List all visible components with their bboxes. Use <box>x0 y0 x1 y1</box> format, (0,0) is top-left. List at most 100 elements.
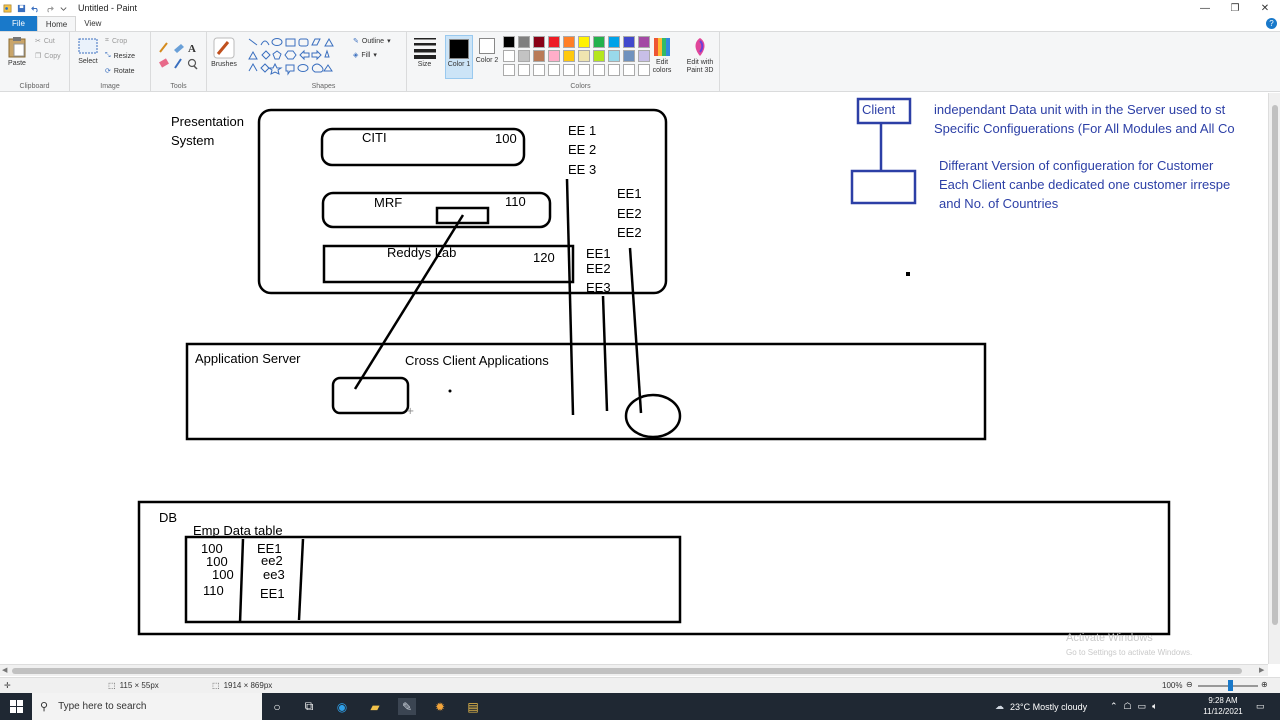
color2-button[interactable]: Color 2 <box>475 38 499 65</box>
palette-swatch[interactable] <box>563 36 575 48</box>
palette-swatch[interactable] <box>503 50 515 62</box>
scroll-right-icon[interactable]: ▶ <box>1259 666 1264 674</box>
palette-swatch[interactable] <box>638 36 650 48</box>
palette-swatch[interactable] <box>608 36 620 48</box>
paint3d-icon <box>695 38 705 56</box>
palette-swatch[interactable] <box>533 36 545 48</box>
scroll-left-icon[interactable]: ◀ <box>2 666 7 674</box>
palette-swatch[interactable] <box>563 64 575 76</box>
fill-icon: ◈ <box>353 52 359 59</box>
outline-dropdown[interactable]: ✎ Outline ▾ <box>353 37 391 46</box>
volume-icon[interactable]: 🔈︎ <box>1152 701 1157 712</box>
palette-swatch[interactable] <box>608 64 620 76</box>
copy-icon: ❐ <box>35 53 42 60</box>
palette-swatch[interactable] <box>548 64 560 76</box>
undo-icon[interactable] <box>31 4 40 13</box>
chevron-up-icon[interactable]: ⌃ <box>1110 701 1118 712</box>
palette-swatch[interactable] <box>563 50 575 62</box>
palette-swatch[interactable] <box>503 64 515 76</box>
size-button[interactable]: Size <box>411 37 438 69</box>
zoom-out-icon[interactable]: ⊖ <box>1186 680 1193 689</box>
palette-swatch[interactable] <box>608 50 620 62</box>
zoom-slider-knob[interactable] <box>1228 680 1233 691</box>
palette-swatch[interactable] <box>623 64 635 76</box>
vertical-scroll-thumb[interactable] <box>1272 105 1278 625</box>
palette-swatch[interactable] <box>548 50 560 62</box>
app-icon[interactable]: ✹ <box>431 698 449 715</box>
table-divider-2 <box>297 538 305 621</box>
redo-icon[interactable] <box>45 4 54 13</box>
edge-browser-icon[interactable]: ◉ <box>333 698 351 715</box>
zoom-in-icon[interactable]: ⊕ <box>1261 680 1268 689</box>
palette-swatch[interactable] <box>518 50 530 62</box>
shapes-gallery[interactable] <box>247 37 347 77</box>
palette-swatch[interactable] <box>593 64 605 76</box>
task-view-icon[interactable]: ⧉ <box>300 698 318 715</box>
clipboard-group-label: Clipboard <box>19 83 50 90</box>
palette-swatch[interactable] <box>533 64 545 76</box>
paste-button[interactable]: Paste <box>4 36 30 68</box>
palette-swatch[interactable] <box>638 64 650 76</box>
tab-file[interactable]: File <box>0 16 37 31</box>
size-group: Size <box>407 32 442 92</box>
palette-swatch[interactable] <box>518 36 530 48</box>
paint-taskbar-icon[interactable]: ✎ <box>398 698 416 715</box>
vertical-scrollbar[interactable] <box>1268 93 1280 664</box>
cut-button[interactable]: ✂ Cut <box>35 37 55 46</box>
ribbon-tabs: File Home View ? <box>0 16 1280 31</box>
palette-swatch[interactable] <box>638 50 650 62</box>
battery-icon[interactable]: ▭ <box>1138 701 1147 712</box>
search-placeholder: Type here to search <box>58 701 147 712</box>
mrf-label: MRF <box>374 195 403 210</box>
colors-group-label: Colors <box>570 83 591 90</box>
chevron-down-icon: ▾ <box>373 52 377 59</box>
palette-swatch[interactable] <box>548 36 560 48</box>
crop-button[interactable]: ⌗ Crop <box>105 37 127 45</box>
start-button[interactable] <box>0 693 32 720</box>
size-label: Size <box>417 61 432 68</box>
palette-swatch[interactable] <box>533 50 545 62</box>
save-icon[interactable] <box>17 4 26 13</box>
customize-toolbar-icon[interactable] <box>59 4 68 13</box>
palette-swatch[interactable] <box>518 64 530 76</box>
clock[interactable]: 9:28 AM 11/12/2021 <box>1195 695 1251 717</box>
palette-swatch[interactable] <box>578 50 590 62</box>
palette-swatch[interactable] <box>578 36 590 48</box>
edit-with-paint3d-button[interactable]: Edit with Paint 3D <box>683 37 717 75</box>
weather-widget[interactable]: ☁ 23°C Mostly cloudy <box>995 693 1087 720</box>
tab-view[interactable]: View <box>76 16 109 31</box>
network-icon[interactable]: ☖ <box>1124 701 1132 712</box>
edit-colors-button[interactable]: Edit colors <box>650 37 674 75</box>
color1-button[interactable]: Color 1 <box>445 35 473 79</box>
close-button[interactable]: ✕ <box>1250 0 1280 16</box>
file-explorer-icon[interactable]: ▰ <box>366 698 384 715</box>
fill-dropdown[interactable]: ◈ Fill ▾ <box>353 51 377 60</box>
fill-label: Fill <box>361 51 371 59</box>
cortana-icon[interactable]: ○ <box>268 698 286 715</box>
minimize-button[interactable]: — <box>1190 0 1220 16</box>
taskbar-search-box[interactable]: ⚲ Type here to search <box>32 693 262 720</box>
notifications-icon[interactable]: ▭ <box>1256 693 1265 720</box>
help-icon[interactable]: ? <box>1266 18 1277 29</box>
resize-button[interactable]: ⤡ Resize <box>105 52 135 60</box>
horizontal-scrollbar[interactable]: ◀ ▶ <box>0 664 1268 676</box>
maximize-button[interactable]: ❐ <box>1220 0 1250 16</box>
tab-home[interactable]: Home <box>36 16 77 31</box>
status-bar: ✛ ⬚ 115 × 55px ⬚ 1914 × 869px 100% ⊖ ⊕ <box>0 677 1280 693</box>
cursor-position-icon: ✛ <box>4 681 11 690</box>
palette-swatch[interactable] <box>623 36 635 48</box>
rotate-button[interactable]: ⟳ Rotate <box>105 67 135 76</box>
brushes-button[interactable]: Brushes <box>209 37 239 69</box>
palette-swatch[interactable] <box>593 50 605 62</box>
palette-swatch[interactable] <box>503 36 515 48</box>
blue-note-line: Each Client canbe dedicated one customer… <box>939 177 1231 192</box>
select-button[interactable]: Select <box>76 38 100 66</box>
palette-swatch[interactable] <box>578 64 590 76</box>
select-icon <box>78 38 98 54</box>
horizontal-scroll-thumb[interactable] <box>12 668 1242 674</box>
palette-swatch[interactable] <box>623 50 635 62</box>
sticky-app-icon[interactable]: ▤ <box>464 698 482 715</box>
dot-mark <box>448 389 452 393</box>
copy-button[interactable]: ❐ Copy <box>35 52 61 61</box>
palette-swatch[interactable] <box>593 36 605 48</box>
